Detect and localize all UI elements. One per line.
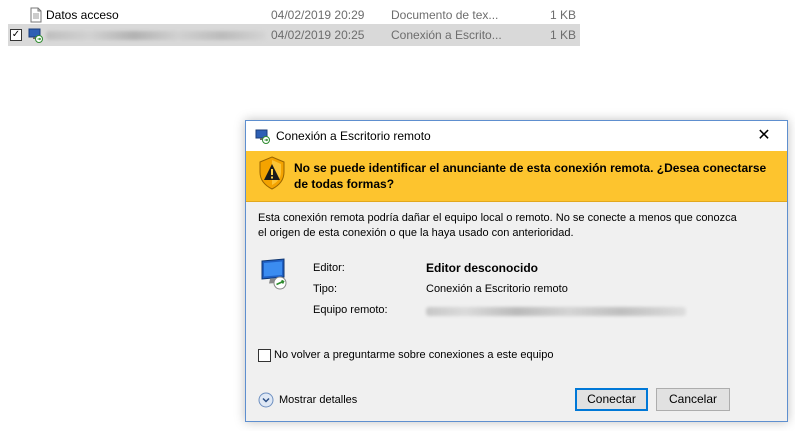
editor-value: Editor desconocido <box>426 261 539 275</box>
remote-desktop-icon <box>28 28 43 43</box>
file-size: 1 KB <box>549 28 576 42</box>
show-details-label[interactable]: Mostrar detalles <box>279 394 357 406</box>
dont-ask-again-checkbox[interactable] <box>258 349 271 362</box>
editor-label: Editor: <box>313 262 345 274</box>
dialog-titlebar[interactable]: Conexión a Escritorio remoto ✕ <box>246 121 787 151</box>
close-button[interactable]: ✕ <box>741 121 787 151</box>
chevron-down-circle-icon <box>258 392 274 408</box>
text-document-icon <box>30 7 42 23</box>
type-label: Tipo: <box>313 283 338 295</box>
warning-banner: No se puede identificar el anunciante de… <box>246 151 787 202</box>
file-date: 04/02/2019 20:29 <box>271 8 365 22</box>
file-row-rdp-connection[interactable]: ✓ 04/02/2019 20:25 Conexión a Escrito...… <box>8 24 580 46</box>
remote-computer-label: Equipo remoto: <box>313 304 388 316</box>
file-date: 04/02/2019 20:25 <box>271 28 365 42</box>
file-name-redacted <box>46 31 266 40</box>
remote-desktop-icon <box>255 129 270 144</box>
rdp-warning-dialog: Conexión a Escritorio remoto ✕ No se pue… <box>245 120 788 422</box>
warning-shield-icon <box>259 156 285 190</box>
file-row-datos-acceso[interactable]: Datos acceso 04/02/2019 20:29 Documento … <box>8 4 580 26</box>
remote-computer-value-redacted <box>426 307 686 316</box>
file-type: Documento de tex... <box>391 8 499 22</box>
file-name: Datos acceso <box>46 8 119 22</box>
cancel-button[interactable]: Cancelar <box>656 388 730 411</box>
dialog-title: Conexión a Escritorio remoto <box>276 129 431 143</box>
row-select-checkbox[interactable]: ✓ <box>10 29 22 41</box>
type-value: Conexión a Escritorio remoto <box>426 283 568 295</box>
description-text: Esta conexión remota podría dañar el equ… <box>258 212 737 239</box>
warning-text: No se puede identificar el anunciante de… <box>294 161 767 191</box>
file-size: 1 KB <box>549 8 576 22</box>
dont-ask-again-label[interactable]: No volver a preguntarme sobre conexiones… <box>274 349 553 361</box>
file-type: Conexión a Escrito... <box>391 28 501 42</box>
connect-button[interactable]: Conectar <box>575 388 648 411</box>
computer-connection-icon <box>261 258 287 290</box>
